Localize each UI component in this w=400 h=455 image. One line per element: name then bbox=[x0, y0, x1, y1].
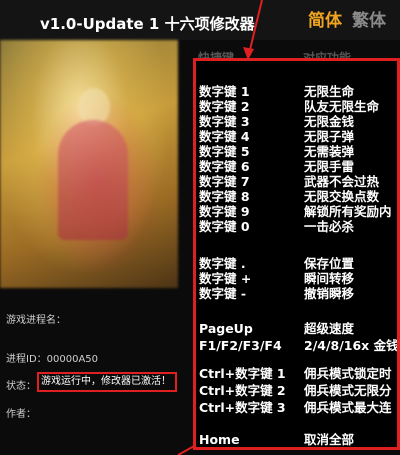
hotkey-key: 数字键 1 bbox=[199, 84, 250, 99]
hotkey-function: 佣兵模式最大连 bbox=[304, 400, 392, 415]
hotkey-function: 无需装弹 bbox=[304, 144, 355, 159]
hotkey-key: Ctrl+数字键 3 bbox=[199, 400, 286, 415]
hotkey-function: 无限交换点数 bbox=[304, 189, 380, 204]
hotkey-key: 数字键 - bbox=[199, 286, 247, 301]
hotkey-function: 无限子弹 bbox=[304, 129, 355, 144]
game-cover-image bbox=[0, 40, 178, 288]
hotkey-function: 无限手雷 bbox=[304, 159, 355, 174]
hotkey-key: 数字键 3 bbox=[199, 114, 250, 129]
cover-figure-body bbox=[58, 120, 128, 240]
hotkey-function: 无限生命 bbox=[304, 84, 355, 99]
hotkey-function: 超级速度 bbox=[304, 321, 355, 336]
hotkey-key: F1/F2/F3/F4 bbox=[199, 338, 282, 353]
hotkey-key: Ctrl+数字键 1 bbox=[199, 366, 286, 381]
hotkey-key: 数字键 6 bbox=[199, 159, 250, 174]
hotkey-function: 武器不会过热 bbox=[304, 174, 380, 189]
hotkey-key: Home bbox=[199, 432, 240, 447]
hotkey-function: 撤销瞬移 bbox=[304, 286, 355, 301]
hotkeys-panel: 数字键 1 无限生命 数字键 2 队友无限生命 数字键 3 无限金钱 数字键 4 无限子… bbox=[193, 58, 400, 450]
hotkey-function: 解锁所有奖励内 bbox=[304, 204, 392, 219]
hotkey-function: 佣兵模式无限分 bbox=[304, 383, 392, 398]
hotkey-key: 数字键 5 bbox=[199, 144, 250, 159]
hotkey-function: 队友无限生命 bbox=[304, 99, 380, 114]
process-id-label: 进程ID： bbox=[6, 354, 47, 365]
hotkey-key: 数字键 . bbox=[199, 256, 246, 271]
hotkey-key: Ctrl+数字键 2 bbox=[199, 383, 286, 398]
hotkey-function: 瞬间转移 bbox=[304, 271, 355, 286]
process-id-row: 进程ID：00000A50 bbox=[6, 350, 98, 365]
hotkey-key: 数字键 7 bbox=[199, 174, 250, 189]
hotkey-function: 取消全部 bbox=[304, 432, 355, 447]
language-tabs: 简体 繁体 bbox=[308, 6, 386, 31]
hotkey-key: PageUp bbox=[199, 321, 253, 336]
hotkey-key: 数字键 4 bbox=[199, 129, 250, 144]
process-name-label: 游戏进程名： bbox=[6, 315, 66, 326]
tab-simplified[interactable]: 简体 bbox=[308, 6, 342, 31]
app-title: v1.0-Update 1 十六项修改器 bbox=[40, 15, 255, 33]
hotkey-key: 数字键 9 bbox=[199, 204, 250, 219]
status-badge: 游戏运行中，修改器已激活！ bbox=[37, 372, 177, 392]
hotkey-function: 无限金钱 bbox=[304, 114, 355, 129]
hotkey-function: 佣兵模式锁定时 bbox=[304, 366, 392, 381]
author-label: 作者： bbox=[6, 409, 36, 420]
hotkey-key: 数字键 0 bbox=[199, 219, 250, 234]
hotkey-key: 数字键 2 bbox=[199, 99, 250, 114]
hotkey-function: 保存位置 bbox=[304, 256, 355, 271]
hotkey-key: 数字键 + bbox=[199, 271, 252, 286]
title-bar: v1.0-Update 1 十六项修改器 简体 繁体 bbox=[0, 0, 400, 40]
process-id-value: 00000A50 bbox=[46, 354, 99, 365]
tab-traditional[interactable]: 繁体 bbox=[352, 6, 386, 31]
hotkey-function: 2/4/8/16x 金钱 bbox=[304, 338, 399, 353]
hotkey-function: 一击必杀 bbox=[304, 219, 355, 234]
hotkey-key: 数字键 8 bbox=[199, 189, 250, 204]
status-label: 状态： bbox=[6, 381, 36, 392]
